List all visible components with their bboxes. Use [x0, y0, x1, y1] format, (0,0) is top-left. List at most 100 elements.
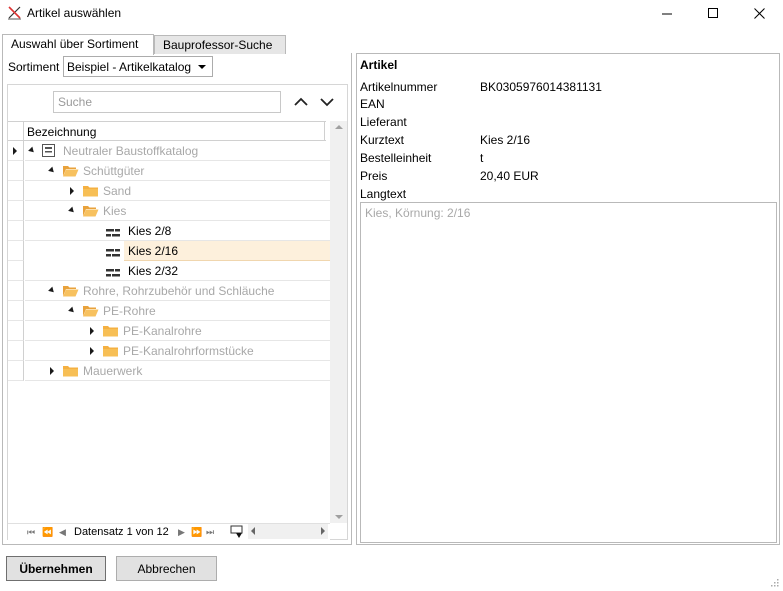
chevron-down-icon [198, 65, 206, 69]
tree-row[interactable]: PE-Kanalrohre [8, 321, 330, 341]
previous-record-icon[interactable]: ◀ [59, 528, 66, 537]
scroll-right-icon[interactable] [321, 527, 325, 535]
horizontal-scrollbar[interactable] [248, 524, 328, 539]
folder-icon [82, 184, 99, 200]
sortiment-dropdown[interactable]: Beispiel - Artikelkatalog [63, 56, 213, 77]
field-label-kurztext: Kurztext [360, 133, 405, 147]
minimize-icon [661, 13, 672, 14]
tree-row-label: Kies 2/8 [128, 224, 172, 238]
row-indicator[interactable] [8, 261, 24, 281]
tree-row-label: Schüttgüter [83, 164, 145, 178]
window-title: Artikel auswählen [27, 6, 122, 20]
field-label-preis: Preis [360, 169, 388, 183]
tab-bauprofessor-suche[interactable]: Bauprofessor-Suche [154, 35, 286, 54]
maximize-button[interactable] [690, 0, 736, 26]
tree-row-label: Kies 2/16 [128, 244, 179, 258]
row-indicator[interactable] [8, 201, 24, 221]
column-header-bezeichnung[interactable]: Bezeichnung [27, 125, 96, 139]
next-record-icon[interactable]: ▶ [178, 528, 185, 537]
tree-row[interactable]: Rohre, Rohrzubehör und Schläuche [8, 281, 330, 301]
scroll-down-icon[interactable] [335, 515, 343, 519]
tree-row[interactable]: Sand [8, 181, 330, 201]
tree-row-label: Mauerwerk [83, 364, 143, 378]
row-indicator[interactable] [8, 241, 24, 261]
expand-icon[interactable] [90, 347, 94, 355]
tree-row-label: Kies [103, 204, 127, 218]
folder-open-icon [62, 284, 79, 300]
last-page-icon[interactable]: ⏭ [206, 528, 214, 537]
tree-row-label: Sand [103, 184, 132, 198]
tree-row[interactable]: Schüttgüter [8, 161, 330, 181]
field-label-lieferant: Lieferant [360, 115, 407, 129]
article-icon [106, 267, 120, 281]
folder-open-icon [62, 164, 79, 180]
row-expand-icon[interactable] [13, 147, 17, 155]
first-page-icon[interactable]: ⏮ [27, 528, 35, 537]
article-icon [106, 247, 120, 261]
langtext-box[interactable]: Kies, Körnung: 2/16 [360, 202, 777, 543]
apply-button[interactable]: Übernehmen [6, 556, 106, 581]
minimize-button[interactable] [644, 0, 690, 26]
row-indicator[interactable] [8, 281, 24, 301]
cancel-button[interactable]: Abbrechen [116, 556, 217, 581]
folder-icon [102, 324, 119, 340]
expand-icon[interactable] [90, 327, 94, 335]
article-icon [106, 227, 120, 241]
filter-popup-icon[interactable] [230, 525, 246, 539]
tree-row-label: PE-Kanalrohrformstücke [123, 344, 254, 358]
tree-cell[interactable] [25, 221, 330, 241]
field-value-bestelleinheit: t [480, 151, 484, 165]
tree-row[interactable]: Kies 2/16 [8, 241, 330, 261]
tree-row[interactable]: Kies 2/32 [8, 261, 330, 281]
vertical-scrollbar[interactable] [330, 121, 347, 523]
catalog-icon [42, 144, 55, 160]
row-indicator[interactable] [8, 141, 24, 161]
search-input[interactable] [53, 91, 281, 113]
next-page-icon[interactable]: ⏩ [191, 528, 202, 537]
record-counter: Datensatz 1 von 12 [74, 526, 169, 538]
folder-icon [102, 344, 119, 360]
expand-icon[interactable] [70, 187, 74, 195]
tree-row-label: Neutraler Baustoffkatalog [63, 144, 199, 158]
folder-open-icon [82, 204, 99, 220]
row-indicator[interactable] [8, 341, 24, 361]
title-bar: Artikel auswählen [0, 0, 783, 26]
folder-open-icon [82, 304, 99, 320]
tree-row[interactable]: PE-Rohre [8, 301, 330, 321]
row-indicator[interactable] [8, 181, 24, 201]
field-label-bestelleinheit: Bestelleinheit [360, 151, 432, 165]
row-indicator[interactable] [8, 221, 24, 241]
row-indicator[interactable] [8, 301, 24, 321]
scroll-left-icon[interactable] [251, 527, 255, 535]
scroll-up-icon[interactable] [335, 125, 343, 129]
tree-row[interactable]: Neutraler Baustoffkatalog [8, 141, 330, 161]
close-icon [753, 7, 765, 19]
sortiment-selected-value: Beispiel - Artikelkatalog [67, 59, 192, 74]
field-label-artikelnummer: Artikelnummer [360, 80, 438, 94]
row-indicator[interactable] [8, 321, 24, 341]
resize-grip-icon[interactable] [769, 577, 779, 587]
folder-icon [62, 364, 79, 380]
tree-row[interactable]: Mauerwerk [8, 361, 330, 381]
chevron-down-icon[interactable] [319, 95, 335, 109]
tab-auswahl-sortiment[interactable]: Auswahl über Sortiment [2, 34, 154, 55]
tree-row[interactable]: Kies [8, 201, 330, 221]
row-indicator[interactable] [8, 161, 24, 181]
previous-page-icon[interactable]: ⏪ [42, 528, 53, 537]
tree-row[interactable]: Kies 2/8 [8, 221, 330, 241]
row-indicator[interactable] [8, 361, 24, 381]
field-value-kurztext: Kies 2/16 [480, 133, 531, 147]
tree-row-label: PE-Rohre [103, 304, 156, 318]
tree-row[interactable]: PE-Kanalrohrformstücke [8, 341, 330, 361]
grid-header: Bezeichnung [8, 121, 326, 141]
close-button[interactable] [736, 0, 782, 26]
pen-ruler-icon [8, 6, 21, 20]
field-value-artikelnummer: BK0305976014381131 [480, 80, 602, 94]
tree-row-label: Kies 2/32 [128, 264, 179, 278]
artikel-title: Artikel [360, 58, 398, 72]
column-separator [324, 122, 325, 141]
expand-icon[interactable] [50, 367, 54, 375]
tree-row-label: Rohre, Rohrzubehör und Schläuche [83, 284, 275, 298]
chevron-up-icon[interactable] [293, 95, 309, 109]
row-indicator-header [8, 122, 24, 141]
